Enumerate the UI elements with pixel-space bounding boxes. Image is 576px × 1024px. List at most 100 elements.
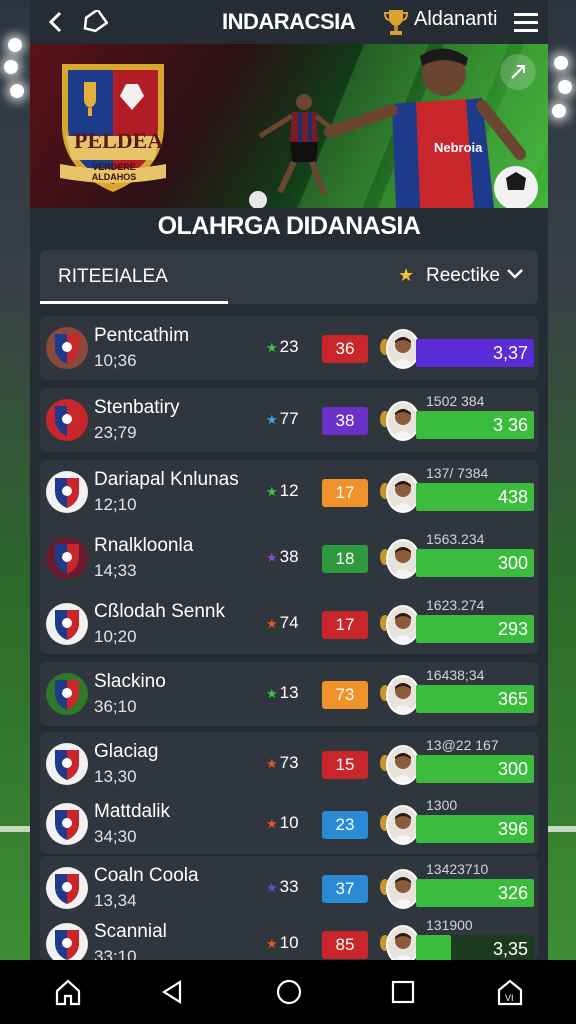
match-time: 23;79 [94, 423, 137, 442]
match-time: 12;10 [94, 495, 137, 514]
score-badge[interactable]: 18 [322, 545, 368, 573]
team-badge-icon [46, 399, 88, 441]
team-name: Scannial [94, 921, 167, 942]
avatar[interactable] [386, 869, 420, 909]
back-triangle-icon[interactable] [154, 974, 190, 1010]
stat-bar: 3 36 [416, 411, 534, 439]
chevron-down-icon[interactable] [506, 267, 524, 286]
avatar[interactable] [386, 605, 420, 645]
stat-value: 3,37 [492, 343, 528, 363]
team-badge-icon [46, 603, 88, 645]
rating: ★ 10 [266, 933, 299, 953]
score-badge[interactable]: 85 [322, 931, 368, 959]
match-row[interactable]: Dariapal Knlunas 12;10 ★ 12 17 137/ 7384 … [40, 461, 538, 523]
filter-tab[interactable]: RITEEIALEA [58, 266, 168, 288]
avatar[interactable] [386, 805, 420, 845]
stat-value: 3,35 [492, 939, 528, 959]
team-badge-icon [46, 537, 88, 579]
back-icon[interactable] [40, 6, 72, 38]
match-row[interactable]: Mattdalik 34;30 ★ 10 23 1300 396 [40, 793, 538, 855]
circle-home-icon[interactable] [271, 974, 307, 1010]
trophy-icon[interactable] [380, 6, 412, 38]
rating-star-icon: ★ [266, 484, 278, 499]
bar-caption: 16438;34 [426, 667, 485, 683]
stat-value: 300 [497, 553, 528, 573]
app-title: INDARACSIA [222, 9, 356, 34]
sort-dropdown[interactable]: Reectike [426, 265, 500, 287]
score-badge[interactable]: 23 [322, 811, 368, 839]
rating-star-icon: ★ [266, 616, 278, 631]
svg-text:VI: VI [505, 993, 514, 1003]
avatar[interactable] [386, 401, 420, 441]
avatar[interactable] [386, 539, 420, 579]
match-time: 10;20 [94, 627, 137, 646]
tag-icon[interactable] [78, 6, 110, 38]
rating-star-icon: ★ [266, 550, 278, 565]
stat-bar-fill [416, 935, 451, 963]
bar-caption: 1300 [426, 797, 458, 813]
stat-value: 365 [497, 689, 528, 709]
match-row[interactable]: Coaln Coola 13,34 ★ 33 37 13423710 326 [40, 857, 538, 919]
rating: ★ 74 [266, 613, 299, 633]
top-bar: INDARACSIA Aldananti [30, 0, 548, 44]
rating-value: 12 [279, 481, 299, 500]
square-recents-icon[interactable] [385, 974, 421, 1010]
rating: ★ 10 [266, 813, 299, 833]
team-badge-icon [46, 867, 88, 909]
score-badge[interactable]: 36 [322, 335, 368, 363]
share-icon[interactable] [500, 54, 536, 90]
match-row[interactable]: Pentcathim 10;36 ★ 23 36 3,37 [40, 317, 538, 379]
match-row[interactable]: Slackino 36;10 ★ 13 73 16438;34 365 [40, 663, 538, 725]
score-badge[interactable]: 38 [322, 407, 368, 435]
score-badge[interactable]: 17 [322, 479, 368, 507]
jersey-text: Nebroia [434, 140, 483, 155]
bar-caption: 1502 384 [426, 393, 485, 409]
rating: ★ 38 [266, 547, 299, 567]
bar-caption: 13@22 167 [426, 737, 499, 753]
home-vi-icon[interactable]: VI [492, 974, 528, 1010]
score-badge[interactable]: 15 [322, 751, 368, 779]
rating-value: 33 [279, 877, 299, 896]
team-name: Stenbatiry [94, 397, 180, 418]
stat-value: 293 [497, 619, 528, 639]
score-badge[interactable]: 17 [322, 611, 368, 639]
stat-bar: 3,35 [416, 935, 534, 963]
avatar[interactable] [386, 675, 420, 715]
avatar[interactable] [386, 329, 420, 369]
rating-star-icon: ★ [266, 936, 278, 951]
rating: ★ 33 [266, 877, 299, 897]
score-badge[interactable]: 73 [322, 681, 368, 709]
rating-value: 10 [279, 813, 299, 832]
rating-star-icon: ★ [266, 816, 278, 831]
score-badge[interactable]: 37 [322, 875, 368, 903]
bar-caption: 1563.234 [426, 531, 485, 547]
match-row[interactable]: Cßlodah Sennk 10;20 ★ 74 17 1623.274 293 [40, 593, 538, 655]
team-name: Rnalkloonla [94, 535, 194, 556]
match-row[interactable]: Rnalkloonla 14;33 ★ 38 18 1563.234 300 [40, 527, 538, 589]
crest-subtitle: VERDERE ALDAHOS [91, 162, 137, 182]
hero-banner[interactable]: PELDEA VERDERE ALDAHOS Nebroia [30, 44, 548, 208]
stadium-background-right [546, 0, 576, 960]
stat-bar: 300 [416, 549, 534, 577]
rating-star-icon: ★ [266, 756, 278, 771]
avatar[interactable] [386, 473, 420, 513]
bottom-navigation-bar: VI [0, 960, 576, 1024]
stat-value: 326 [497, 883, 528, 903]
match-row[interactable]: Stenbatiry 23;79 ★ 77 38 1502 384 3 36 [40, 389, 538, 451]
rating-value: 23 [279, 337, 299, 356]
menu-icon[interactable] [510, 6, 542, 38]
rating-value: 77 [279, 409, 299, 428]
main-panel: INDARACSIA Aldananti PELDEA VERDERE ALDA… [30, 0, 548, 966]
team-name: Slackino [94, 671, 166, 692]
team-badge-icon [46, 803, 88, 845]
rating-star-icon: ★ [266, 340, 278, 355]
home-icon[interactable] [50, 974, 86, 1010]
match-time: 34;30 [94, 827, 137, 846]
match-row[interactable]: Glaciag 13,30 ★ 73 15 13@22 167 300 [40, 733, 538, 795]
bar-caption: 13423710 [426, 861, 489, 877]
avatar[interactable] [386, 925, 420, 965]
avatar[interactable] [386, 745, 420, 785]
rating: ★ 12 [266, 481, 299, 501]
user-name[interactable]: Aldananti [414, 8, 497, 31]
stat-bar: 365 [416, 685, 534, 713]
